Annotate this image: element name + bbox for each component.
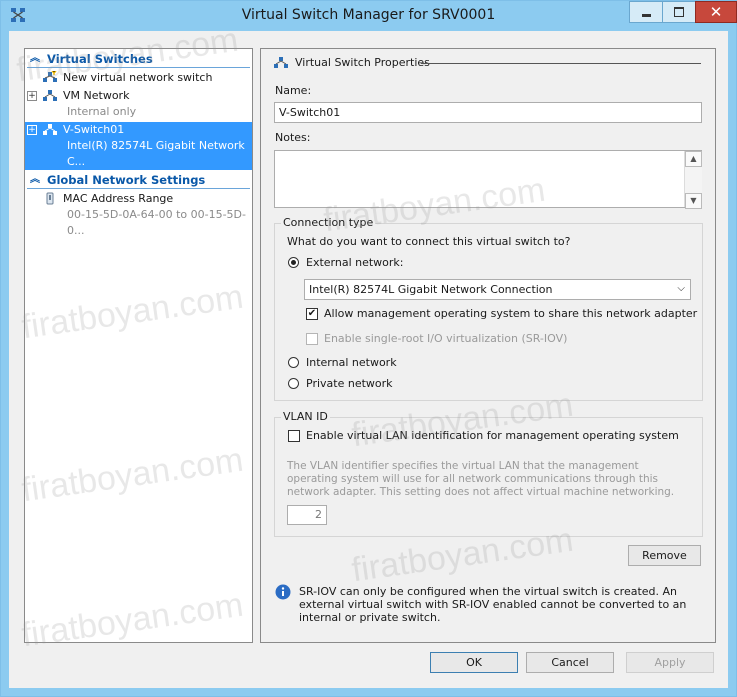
ok-button[interactable]: OK: [430, 652, 518, 673]
close-icon: ✕: [709, 3, 723, 21]
external-network-label[interactable]: External network:: [306, 256, 404, 269]
tree-item-sub: 00-15-5D-0A-64-00 to 00-15-5D-0...: [67, 208, 246, 237]
close-button[interactable]: ✕: [695, 1, 737, 23]
notes-label: Notes:: [275, 131, 311, 144]
switch-properties-pane: Virtual Switch Properties Name: V-Switch…: [260, 48, 716, 643]
sriov-checkbox[interactable]: [306, 333, 318, 345]
vlan-title: VLAN ID: [281, 410, 330, 423]
properties-header: Virtual Switch Properties: [295, 56, 430, 69]
collapse-chevron-icon[interactable]: ︽: [30, 172, 40, 188]
tree-item-v-switch01[interactable]: + V-Switch01 Intel(R) 82574L Gigabit Net…: [25, 122, 252, 170]
tree-item-vm-network[interactable]: + VM Network Internal only: [25, 88, 252, 120]
notes-scrollbar[interactable]: ▲ ▼: [684, 151, 702, 209]
connection-type-title: Connection type: [281, 216, 376, 229]
maximize-button[interactable]: [662, 1, 696, 23]
header-divider: [421, 63, 701, 64]
name-input[interactable]: V-Switch01: [274, 102, 702, 123]
network-adapter-dropdown[interactable]: Intel(R) 82574L Gigabit Network Connecti…: [304, 279, 691, 300]
scroll-up-icon[interactable]: ▲: [685, 151, 702, 167]
internal-network-label[interactable]: Internal network: [306, 356, 397, 369]
window: Virtual Switch Manager for SRV0001 ✕ ︽ V…: [0, 0, 737, 697]
tree-item-sub: Intel(R) 82574L Gigabit Network C...: [67, 139, 245, 168]
info-icon: [275, 584, 291, 600]
collapse-chevron-icon[interactable]: ︽: [30, 51, 40, 67]
chevron-down-icon[interactable]: ⌵: [677, 281, 685, 296]
tree-item-mac-address-range[interactable]: MAC Address Range 00-15-5D-0A-64-00 to 0…: [25, 191, 252, 239]
cancel-button[interactable]: Cancel: [526, 652, 614, 673]
apply-button[interactable]: Apply: [626, 652, 714, 673]
name-label: Name:: [275, 84, 312, 97]
private-network-label[interactable]: Private network: [306, 377, 393, 390]
allow-management-checkbox[interactable]: ✔: [306, 308, 318, 320]
sriov-info-text: SR-IOV can only be configured when the v…: [299, 585, 687, 624]
tree-item-sub: Internal only: [67, 105, 137, 118]
network-switch-icon: [43, 124, 57, 135]
mac-address-icon: [46, 192, 54, 205]
internal-network-radio[interactable]: [288, 357, 299, 368]
maximize-icon: [674, 7, 684, 17]
switch-tree: ︽ Virtual Switches New virtual network s…: [24, 48, 253, 643]
private-network-radio[interactable]: [288, 378, 299, 389]
window-title: Virtual Switch Manager for SRV0001: [241, 7, 496, 23]
scroll-down-icon[interactable]: ▼: [685, 193, 702, 209]
network-switch-icon: [43, 90, 57, 101]
minimize-button[interactable]: [629, 1, 663, 23]
external-network-radio[interactable]: [288, 257, 299, 268]
minimize-icon: [641, 13, 651, 17]
expand-icon[interactable]: +: [27, 125, 37, 135]
allow-management-label[interactable]: Allow management operating system to sha…: [324, 307, 697, 320]
sriov-label[interactable]: Enable single-root I/O virtualization (S…: [324, 332, 567, 345]
notes-textarea[interactable]: [274, 150, 702, 208]
dialog-client: ︽ Virtual Switches New virtual network s…: [9, 31, 728, 688]
expand-icon[interactable]: +: [27, 91, 37, 101]
network-switch-icon: [274, 57, 288, 68]
new-switch-icon: [43, 71, 57, 82]
remove-button[interactable]: Remove: [628, 545, 701, 566]
title-bar[interactable]: Virtual Switch Manager for SRV0001 ✕: [1, 1, 737, 31]
dropdown-value: Intel(R) 82574L Gigabit Network Connecti…: [309, 283, 553, 296]
vlan-id-input[interactable]: 2: [287, 505, 327, 525]
vlan-description: The VLAN identifier specifies the virtua…: [287, 460, 675, 498]
enable-vlan-checkbox[interactable]: [288, 430, 300, 442]
global-network-settings-header[interactable]: ︽ Global Network Settings: [27, 172, 250, 189]
virtual-switches-header[interactable]: ︽ Virtual Switches: [27, 51, 250, 68]
connection-question: What do you want to connect this virtual…: [287, 235, 571, 248]
tree-item-new-switch[interactable]: New virtual network switch: [25, 70, 252, 86]
enable-vlan-label[interactable]: Enable virtual LAN identification for ma…: [306, 429, 679, 442]
